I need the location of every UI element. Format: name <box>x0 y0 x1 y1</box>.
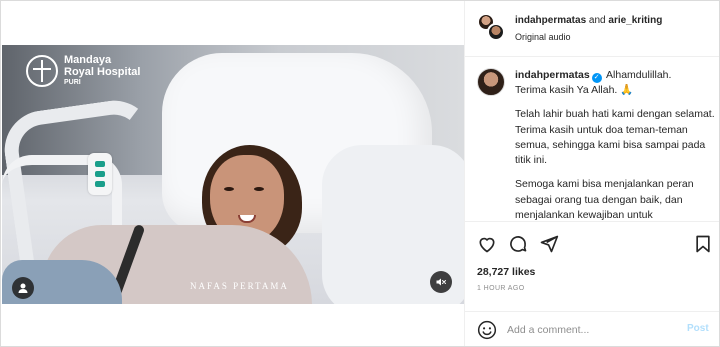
post-button[interactable]: Post <box>687 323 709 334</box>
bookmark-icon[interactable] <box>693 234 713 254</box>
post-timestamp[interactable]: 1 HOUR AGO <box>477 285 525 292</box>
logo-line-2: Royal Hospital <box>64 65 141 78</box>
avatar[interactable] <box>477 68 505 96</box>
likes-count[interactable]: 28,727 likes <box>477 266 535 278</box>
media-pane: Mandaya Royal Hospital PURI NAFAS PERTAM… <box>1 1 464 346</box>
collab-names: indahpermatas and arie_kriting <box>515 15 662 26</box>
header-username-2[interactable]: arie_kriting <box>608 15 662 26</box>
post-header: indahpermatas and arie_kriting Original … <box>465 1 719 57</box>
comment-icon[interactable] <box>508 234 528 254</box>
user-icon <box>18 283 28 293</box>
mute-button[interactable] <box>430 271 452 293</box>
speaker-muted-icon <box>436 278 446 286</box>
audio-link[interactable]: Original audio <box>515 32 571 42</box>
caption-username[interactable]: indahpermatas <box>515 69 590 81</box>
caption-line-1: Alhamdulillah. <box>606 69 672 81</box>
caption-line-2: Terima kasih Ya Allah. 🙏 <box>515 84 634 97</box>
verified-badge-icon: ✓ <box>591 73 602 83</box>
hospital-logo: Mandaya Royal Hospital PURI <box>26 55 140 87</box>
heart-icon[interactable] <box>477 234 497 254</box>
action-bar: 28,727 likes 1 HOUR AGO <box>465 221 719 311</box>
collab-avatars[interactable] <box>477 13 507 43</box>
post-video[interactable]: Mandaya Royal Hospital PURI NAFAS PERTAM… <box>2 45 464 304</box>
add-comment-bar: Post <box>465 311 719 346</box>
share-icon[interactable] <box>539 234 559 254</box>
emoji-icon[interactable] <box>477 320 497 340</box>
tagged-users-button[interactable] <box>12 277 34 299</box>
post-side-panel: indahpermatas and arie_kriting Original … <box>464 1 719 346</box>
video-eye-right <box>254 187 264 191</box>
comment-input[interactable] <box>507 322 677 338</box>
avatar <box>487 23 505 41</box>
video-caption-overlay: NAFAS PERTAMA <box>190 281 289 291</box>
header-username-1[interactable]: indahpermatas <box>515 15 586 26</box>
caption-paragraph-2: Telah lahir buah hati kami dengan selama… <box>515 108 715 167</box>
video-bed-control <box>88 153 112 195</box>
video-eye-left <box>224 187 234 191</box>
hospital-logo-icon <box>26 55 58 87</box>
logo-line-3: PURI <box>64 79 81 87</box>
header-joiner: and <box>588 15 606 26</box>
post-dialog: Mandaya Royal Hospital PURI NAFAS PERTAM… <box>0 0 720 347</box>
